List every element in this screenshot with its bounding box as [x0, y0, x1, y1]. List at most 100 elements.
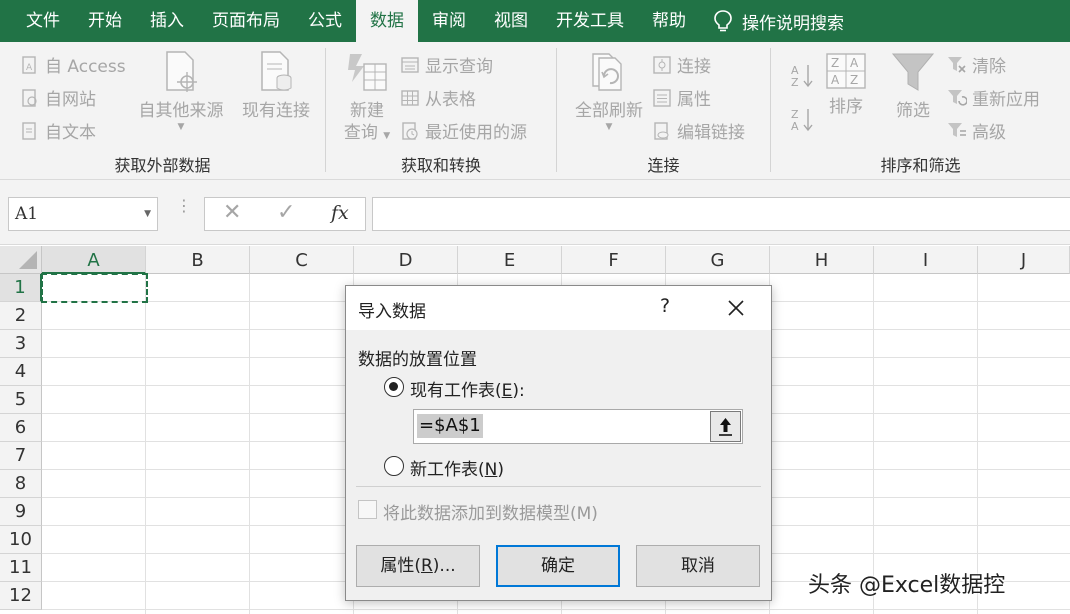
from-access-label: 自 Access [45, 57, 126, 77]
column-header-j[interactable]: J [978, 246, 1070, 274]
existing-connections-label: 现有连接 [242, 101, 310, 121]
new-query-button[interactable]: 新建 查询 ▼ [338, 50, 396, 147]
new-worksheet-label[interactable]: 新工作表(N) [410, 455, 504, 480]
row-header-11[interactable]: 11 [0, 554, 42, 582]
lightbulb-icon [714, 10, 732, 32]
row-header-9[interactable]: 9 [0, 498, 42, 526]
web-page-icon [22, 88, 37, 107]
row-header-3[interactable]: 3 [0, 330, 42, 358]
tab-developer[interactable]: 开发工具 [542, 0, 638, 42]
clear-filter-icon [948, 56, 966, 73]
edit-links-label: 编辑链接 [677, 123, 745, 143]
tab-file[interactable]: 文件 [0, 0, 74, 42]
tab-formulas[interactable]: 公式 [294, 0, 356, 42]
row-header-7[interactable]: 7 [0, 442, 42, 470]
show-queries-icon [401, 56, 419, 73]
column-header-f[interactable]: F [562, 246, 666, 274]
reapply-filter-icon [948, 89, 967, 106]
formula-bar: A1 ▼ ⋮ ✕ ✓ fx [0, 180, 1070, 245]
column-header-e[interactable]: E [458, 246, 562, 274]
properties-button[interactable]: 属性 [652, 85, 711, 110]
row-header-2[interactable]: 2 [0, 302, 42, 330]
group-connections: 全部刷新 ▼ 连接 属性 编辑链接 连接 [557, 42, 770, 178]
tell-me-search[interactable]: 操作说明搜索 [700, 0, 844, 42]
group-get-transform: 新建 查询 ▼ 显示查询 从表格 最近使用的源 获取和转换 [326, 42, 556, 178]
tab-view[interactable]: 视图 [480, 0, 542, 42]
show-queries-button[interactable]: 显示查询 [400, 52, 493, 77]
selected-cell-a1[interactable] [41, 273, 148, 303]
column-header-b[interactable]: B [146, 246, 250, 274]
help-button[interactable]: ? [660, 295, 670, 317]
properties-accesskey: R [420, 556, 433, 576]
access-icon: A [22, 55, 36, 74]
row-header-8[interactable]: 8 [0, 470, 42, 498]
cancel-entry-icon[interactable]: ✕ [223, 200, 241, 225]
name-box[interactable]: A1 ▼ [8, 197, 158, 231]
tab-review[interactable]: 审阅 [418, 0, 480, 42]
existing-worksheet-label[interactable]: 现有工作表(E): [410, 376, 525, 401]
column-header-a[interactable]: A [42, 246, 146, 274]
column-header-c[interactable]: C [250, 246, 354, 274]
table-icon [401, 89, 419, 106]
recent-sources-button[interactable]: 最近使用的源 [400, 118, 527, 143]
column-header-g[interactable]: G [666, 246, 770, 274]
tab-data[interactable]: 数据 [356, 0, 418, 42]
column-header-d[interactable]: D [354, 246, 458, 274]
cell-reference-input[interactable]: =$A$1 [413, 409, 743, 444]
row-header-1[interactable]: 1 [0, 274, 42, 302]
sort-descending-icon[interactable]: Z A [791, 106, 813, 132]
properties-label: 属性 [677, 90, 711, 110]
row-header-4[interactable]: 4 [0, 358, 42, 386]
group-get-external-data: A 自 Access 自网站 自文本 自其他来源 ▼ 现有连接 获取外部数据 [0, 42, 325, 178]
new-query-icon [348, 54, 387, 91]
row-header-6[interactable]: 6 [0, 414, 42, 442]
column-header-h[interactable]: H [770, 246, 874, 274]
from-web-button[interactable]: 自网站 [20, 85, 96, 110]
row-header-12[interactable]: 12 [0, 582, 42, 610]
tab-help[interactable]: 帮助 [638, 0, 700, 42]
existing-worksheet-radio[interactable] [384, 377, 404, 397]
recent-sources-label: 最近使用的源 [425, 123, 527, 143]
from-other-sources-button[interactable]: 自其他来源 ▼ [134, 50, 228, 132]
collapse-dialog-button[interactable] [710, 411, 741, 442]
tab-insert[interactable]: 插入 [136, 0, 198, 42]
dialog-divider [356, 486, 761, 487]
existing-connections-icon [261, 51, 292, 91]
new-worksheet-radio[interactable] [384, 456, 404, 476]
arrow-up-icon [719, 418, 732, 436]
advanced-filter-button[interactable]: 高级 [947, 118, 1006, 143]
cancel-button[interactable]: 取消 [636, 545, 760, 587]
svg-text:A: A [850, 56, 859, 70]
select-all-button[interactable] [0, 246, 42, 274]
chevron-down-icon[interactable]: ▼ [144, 198, 151, 230]
row-header-5[interactable]: 5 [0, 386, 42, 414]
tab-home[interactable]: 开始 [74, 0, 136, 42]
sort-button[interactable]: Z A A Z 排序 [823, 52, 869, 118]
dialog-title-bar[interactable]: 导入数据 ? [346, 286, 771, 330]
filter-button[interactable]: 筛选 [887, 50, 939, 122]
from-access-button[interactable]: A 自 Access [20, 52, 126, 77]
refresh-all-button[interactable]: 全部刷新 ▼ [567, 50, 651, 132]
row-header-10[interactable]: 10 [0, 526, 42, 554]
formula-input[interactable] [372, 197, 1070, 231]
from-table-button[interactable]: 从表格 [400, 85, 476, 110]
properties-button[interactable]: 属性(R)... [356, 545, 480, 587]
ok-button[interactable]: 确定 [496, 545, 620, 587]
close-icon[interactable] [726, 298, 746, 318]
connections-button[interactable]: 连接 [652, 52, 711, 77]
sort-ascending-icon[interactable]: A Z [791, 62, 813, 88]
from-other-sources-label: 自其他来源 [138, 101, 224, 121]
reapply-button[interactable]: 重新应用 [947, 85, 1040, 110]
confirm-entry-icon[interactable]: ✓ [277, 200, 295, 225]
tab-page-layout[interactable]: 页面布局 [198, 0, 294, 42]
placement-section-label: 数据的放置位置 [358, 350, 477, 370]
edit-links-button[interactable]: 编辑链接 [652, 118, 745, 143]
formula-bar-grip-icon[interactable]: ⋮ [176, 198, 192, 214]
from-table-label: 从表格 [425, 90, 476, 110]
existing-connections-button[interactable]: 现有连接 [236, 50, 316, 122]
insert-function-icon[interactable]: fx [331, 202, 349, 224]
group-label-transform: 获取和转换 [400, 156, 481, 175]
column-header-i[interactable]: I [874, 246, 978, 274]
from-text-button[interactable]: 自文本 [20, 118, 96, 143]
clear-button[interactable]: 清除 [947, 52, 1006, 77]
